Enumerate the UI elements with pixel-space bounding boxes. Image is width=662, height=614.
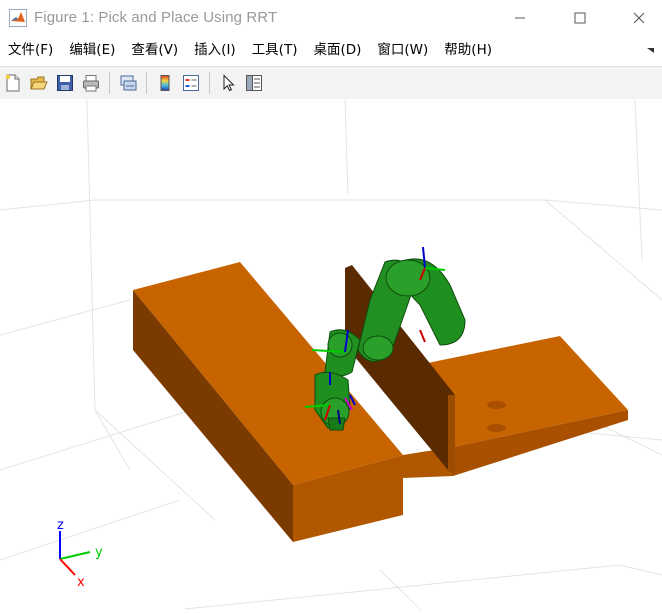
new-figure-button[interactable] [2, 72, 24, 94]
toolbar-separator [146, 72, 147, 94]
cylinder-object [487, 401, 506, 432]
maximize-icon [574, 12, 586, 23]
insert-legend-icon [183, 75, 199, 91]
menu-edit[interactable]: 编辑(E) [61, 37, 123, 63]
title-bar: Figure 1: Pick and Place Using RRT [0, 0, 662, 35]
property-editor-icon [246, 75, 262, 91]
menu-help[interactable]: 帮助(H) [436, 37, 500, 63]
close-button[interactable] [616, 0, 662, 35]
z-axis-label: z [57, 518, 64, 533]
x-axis-label: x [77, 575, 85, 590]
axes-triad: z y x [57, 518, 103, 590]
window-title: Figure 1: Pick and Place Using RRT [34, 9, 278, 26]
new-figure-icon [5, 74, 20, 92]
save-icon [57, 75, 73, 91]
figure-toolbar [0, 66, 662, 100]
link-plot-icon [120, 75, 137, 91]
toolbar-separator [109, 72, 110, 94]
menu-view[interactable]: 查看(V) [123, 37, 186, 63]
x-axis-line [59, 558, 76, 576]
open-file-button[interactable] [28, 72, 50, 94]
y-axis-line [59, 551, 91, 560]
menu-file[interactable]: 文件(F) [0, 37, 61, 63]
toolbar-separator [209, 72, 210, 94]
close-icon [633, 12, 645, 23]
link-plot-button[interactable] [117, 72, 139, 94]
minimize-button[interactable] [497, 0, 543, 35]
save-button[interactable] [54, 72, 76, 94]
figure-canvas[interactable]: z y x [0, 99, 662, 610]
menu-window[interactable]: 窗口(W) [369, 37, 436, 63]
y-axis-label: y [95, 545, 103, 560]
menu-desktop[interactable]: 桌面(D) [305, 37, 369, 63]
pointer-icon [223, 74, 235, 92]
axes-3d-scene[interactable]: z y x [0, 99, 662, 610]
dock-arrow-icon[interactable] [646, 45, 656, 55]
pointer-button[interactable] [217, 72, 239, 94]
print-button[interactable] [80, 72, 102, 94]
insert-colorbar-icon [160, 75, 170, 91]
matlab-logo-icon [9, 8, 27, 27]
minimize-icon [515, 17, 525, 18]
insert-legend-button[interactable] [180, 72, 202, 94]
property-editor-button[interactable] [243, 72, 265, 94]
print-icon [83, 75, 99, 92]
menu-tools[interactable]: 工具(T) [244, 37, 306, 63]
insert-colorbar-button[interactable] [154, 72, 176, 94]
menu-bar: 文件(F) 编辑(E) 查看(V) 插入(I) 工具(T) 桌面(D) 窗口(W… [0, 35, 662, 65]
maximize-button[interactable] [557, 0, 603, 35]
menu-insert[interactable]: 插入(I) [186, 37, 244, 63]
open-file-icon [30, 76, 48, 90]
